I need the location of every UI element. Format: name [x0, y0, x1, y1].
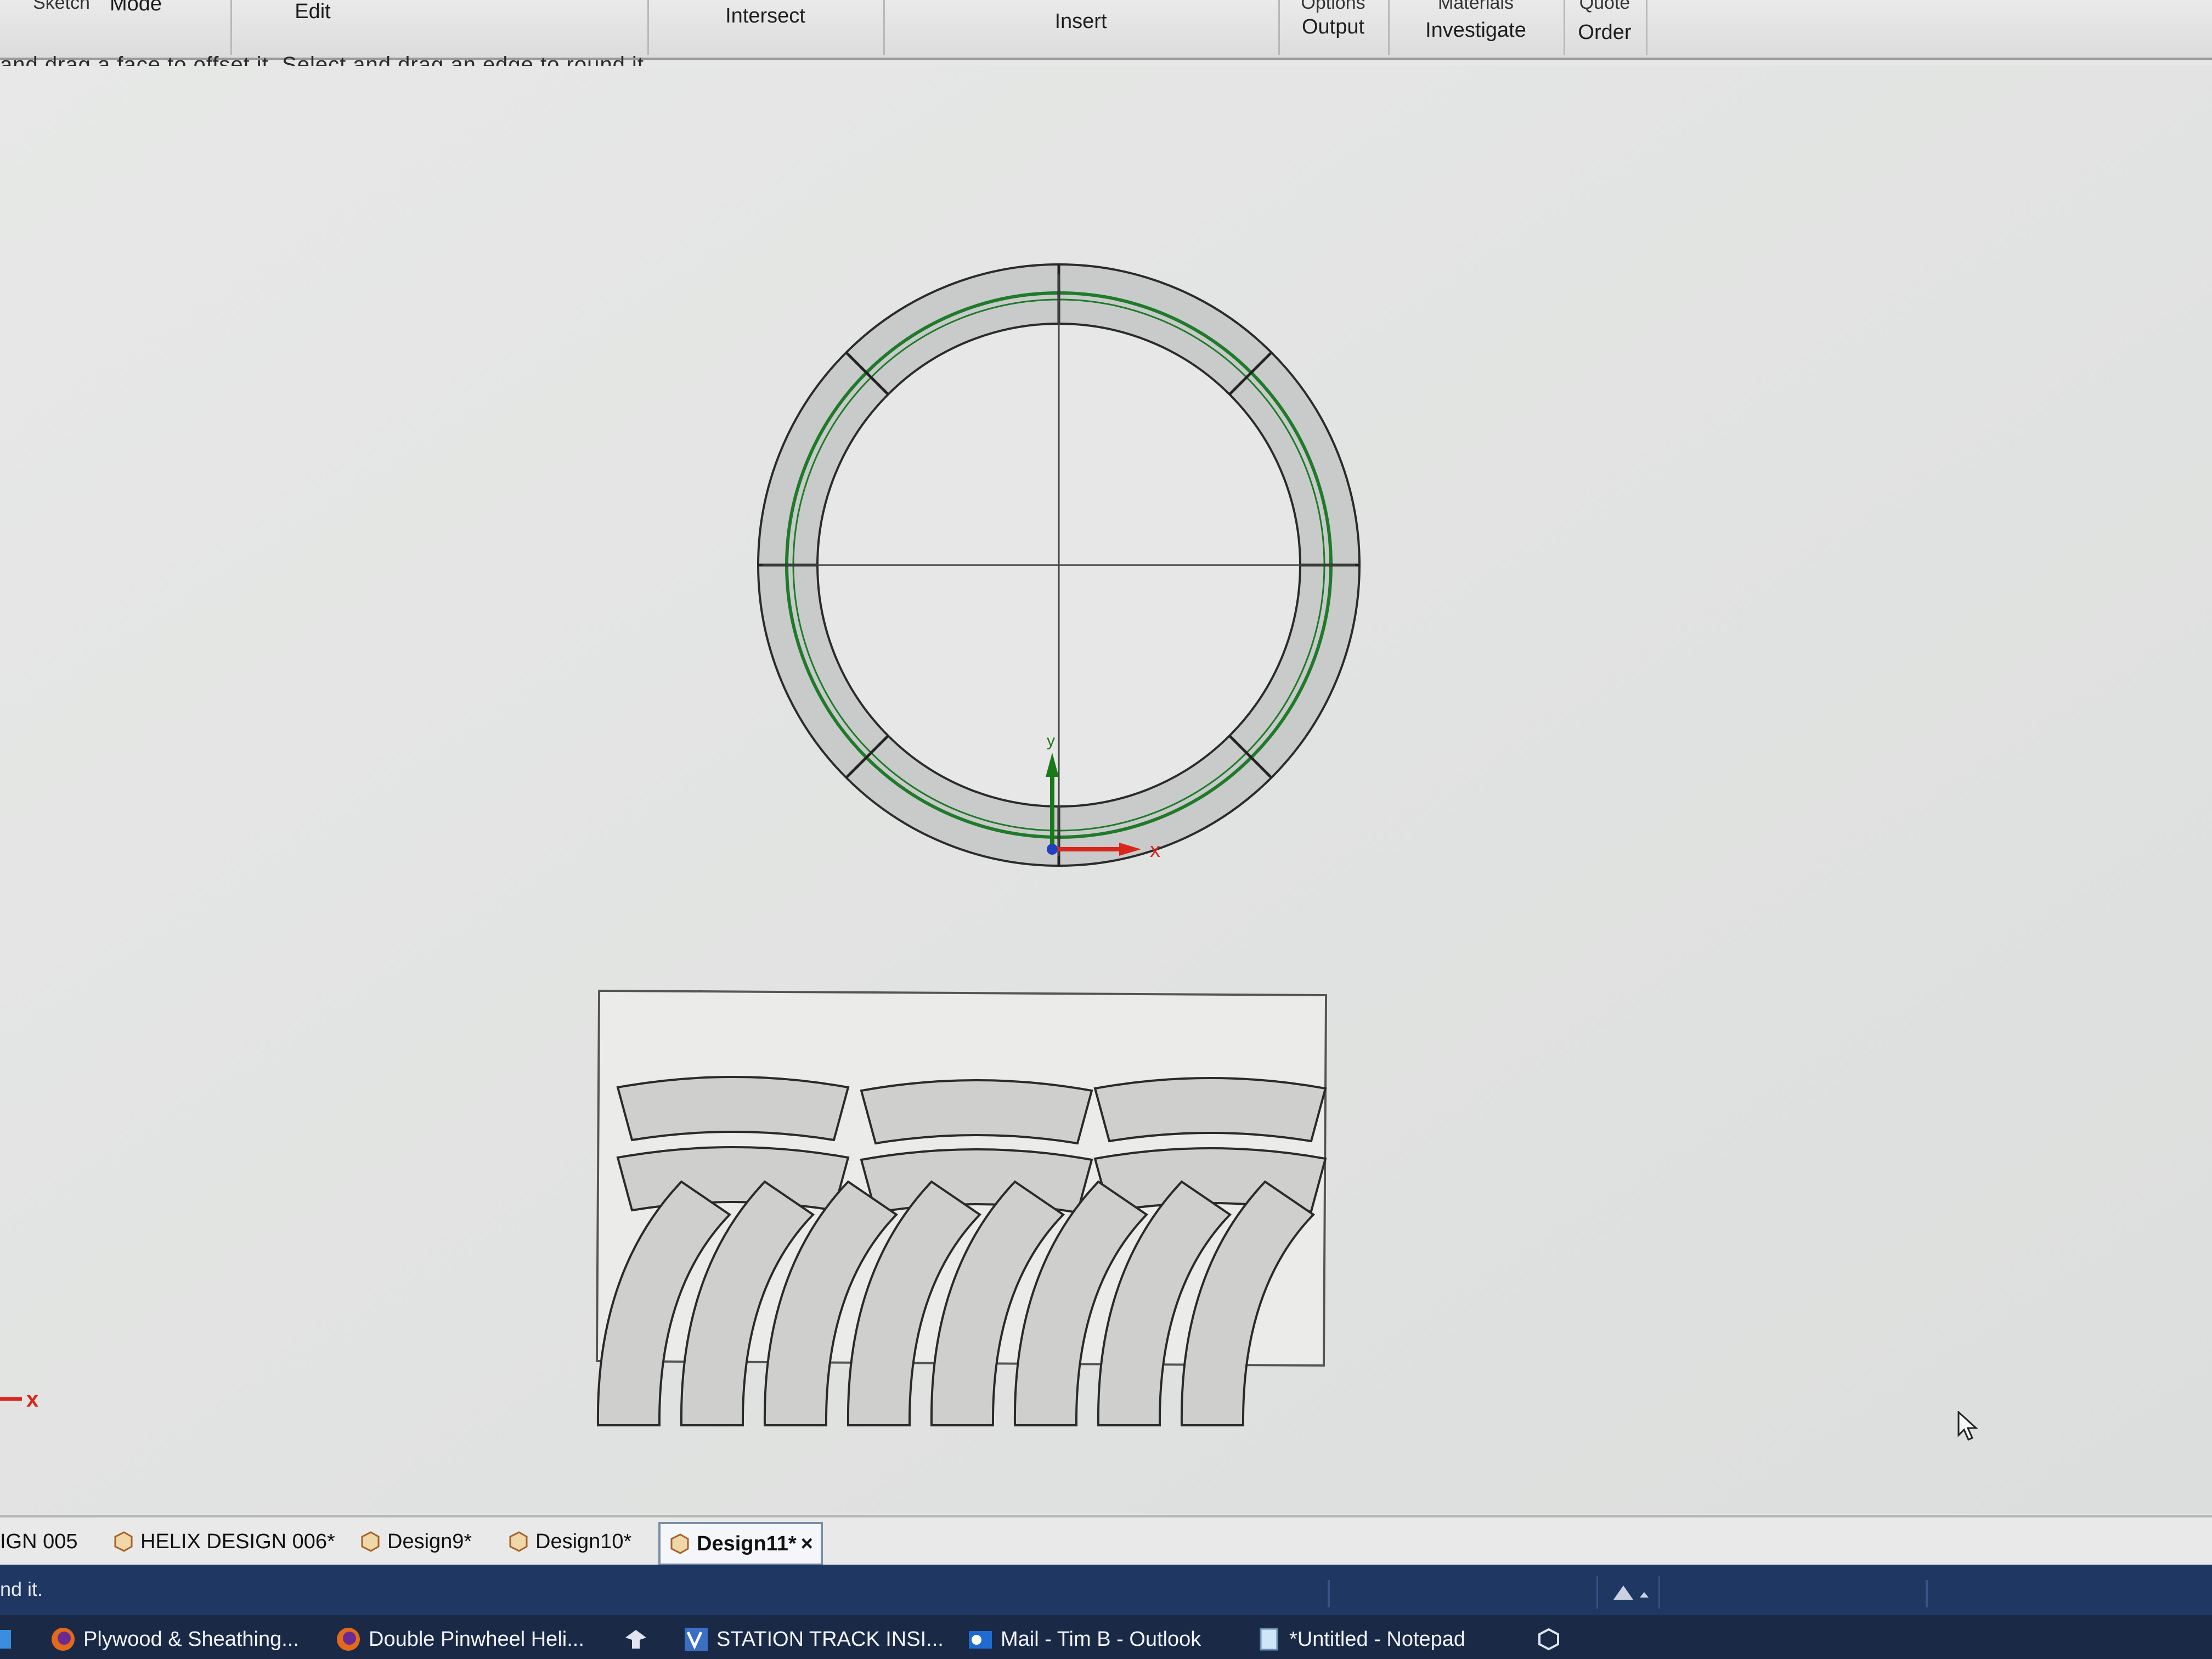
- doc-tab-label: HELIX DESIGN 006*: [140, 1530, 335, 1553]
- taskbar-item-label: Mail - Tim B - Outlook: [1001, 1627, 1201, 1651]
- doc-tab-design9[interactable]: Design9*: [351, 1522, 479, 1561]
- taskbar-item-label: *Untitled - Notepad: [1289, 1627, 1466, 1651]
- outlook-icon: [969, 1631, 992, 1649]
- axis-origin: [1047, 844, 1058, 855]
- arc-piece[interactable]: [616, 1146, 850, 1212]
- arc-pieces-row-2[interactable]: [616, 1146, 1327, 1214]
- status-divider: [1328, 1580, 1330, 1607]
- ribbon-group-investigate[interactable]: Materials Investigate: [1388, 0, 1565, 55]
- arc-piece[interactable]: [860, 1148, 1093, 1214]
- ribbon: Sketch Mode Edit Intersect Insert Option…: [0, 0, 2212, 60]
- ribbon-group-investigate-label: Investigate: [1425, 19, 1526, 42]
- start-icon[interactable]: [0, 1623, 14, 1656]
- design-doc-icon: [361, 1531, 380, 1552]
- ribbon-group-insert-label: Insert: [1054, 10, 1107, 33]
- triangle-up-icon: [1613, 1585, 1649, 1600]
- close-icon[interactable]: ×: [801, 1532, 813, 1556]
- document-tabs: IGN 005 HELIX DESIGN 006* Design9* Desig…: [0, 1515, 2212, 1567]
- taskbar-item-label: Double Pinwheel Heli...: [369, 1627, 584, 1651]
- ribbon-group-output-label: Output: [1301, 15, 1365, 38]
- helix-ring[interactable]: [757, 263, 1361, 867]
- ribbon-quote-label: Quote: [1579, 0, 1630, 13]
- status-message: nd it.: [0, 1578, 43, 1600]
- design-canvas[interactable]: x y x: [0, 66, 2212, 1514]
- ribbon-group-mode-label: Mode: [110, 0, 162, 15]
- taskbar-item-design[interactable]: [1536, 1623, 1569, 1656]
- ribbon-group-output[interactable]: Options Output: [1278, 0, 1390, 55]
- visio-icon: [685, 1628, 708, 1651]
- ribbon-group-edit[interactable]: Edit: [230, 0, 649, 55]
- arc-piece[interactable]: [616, 1076, 850, 1142]
- doc-tab-label: Design11*: [697, 1532, 797, 1555]
- taskbar-item-label: Plywood & Sheathing...: [83, 1627, 299, 1651]
- doc-tab-label: IGN 005: [0, 1530, 78, 1553]
- status-bar: nd it.: [0, 1565, 2212, 1615]
- doc-tab-label: Design10*: [535, 1530, 632, 1553]
- ribbon-group-edit-label: Edit: [295, 0, 331, 23]
- arc-piece[interactable]: [1093, 1077, 1327, 1143]
- design-doc-icon: [114, 1531, 133, 1552]
- taskbar-item-firefox-plywood[interactable]: Plywood & Sheathing...: [50, 1623, 299, 1656]
- doc-tab-design10[interactable]: Design10*: [499, 1522, 639, 1561]
- ribbon-group-sketch[interactable]: Sketch Mode: [0, 0, 232, 55]
- doc-tab-design11[interactable]: Design11* ×: [658, 1522, 823, 1566]
- ribbon-group-sketch-label: Sketch: [33, 0, 90, 13]
- taskbar-item-label: STATION TRACK INSI...: [716, 1627, 944, 1651]
- ribbon-group-insert[interactable]: Insert: [883, 0, 1280, 55]
- ribbon-materials-label: Materials: [1438, 0, 1514, 13]
- ribbon-options-label: Options: [1301, 0, 1365, 13]
- taskbar-item-firefox-pinwheel[interactable]: Double Pinwheel Heli...: [336, 1623, 584, 1656]
- design-doc-icon: [509, 1531, 528, 1552]
- doc-tab-ign005[interactable]: IGN 005: [0, 1522, 86, 1561]
- corner-axis-label: x: [26, 1387, 38, 1412]
- taskbar: Plywood & Sheathing... Double Pinwheel H…: [0, 1615, 2212, 1659]
- ribbon-group-order-label: Order: [1578, 21, 1632, 44]
- taskbar-item-outlook[interactable]: Mail - Tim B - Outlook: [968, 1623, 1201, 1656]
- status-triangle-button[interactable]: [1596, 1576, 1660, 1609]
- taskbar-item-station-track[interactable]: STATION TRACK INSI...: [684, 1623, 944, 1656]
- notepad-icon: [1260, 1628, 1278, 1651]
- design-doc-icon: [670, 1533, 689, 1554]
- taskbar-item-notepad[interactable]: *Untitled - Notepad: [1256, 1623, 1465, 1656]
- ribbon-group-order[interactable]: Quote Order: [1564, 0, 1647, 55]
- firefox-icon: [52, 1628, 75, 1651]
- axis-x-label: x: [1150, 839, 1160, 862]
- firefox-icon: [337, 1628, 360, 1651]
- doc-tab-label: Design9*: [387, 1530, 472, 1553]
- curved-strips-row[interactable]: [596, 1180, 1316, 1426]
- axis-y-label: y: [1047, 732, 1055, 750]
- cut-layout-sheet[interactable]: [595, 989, 1328, 1426]
- doc-tab-helix006[interactable]: HELIX DESIGN 006*: [104, 1522, 343, 1561]
- ribbon-group-intersect[interactable]: Intersect: [647, 0, 885, 55]
- status-divider: [1926, 1580, 1928, 1607]
- arc-piece[interactable]: [860, 1079, 1093, 1145]
- ribbon-group-intersect-label: Intersect: [725, 4, 805, 27]
- taskbar-item-app[interactable]: [623, 1623, 656, 1656]
- design-app-icon: [1538, 1628, 1559, 1651]
- app-icon: [625, 1630, 646, 1649]
- mouse-cursor-icon: [1957, 1411, 1978, 1441]
